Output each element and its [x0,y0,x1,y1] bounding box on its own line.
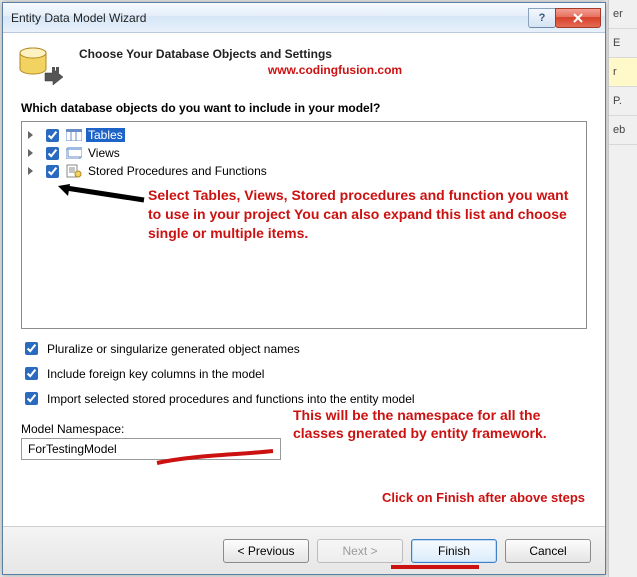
tree-item-sprocs[interactable]: Stored Procedures and Functions [28,162,580,180]
annotation-namespace: This will be the namespace for all the c… [293,406,587,442]
help-button[interactable] [528,8,556,28]
tables-icon [66,128,82,142]
tree-item-views[interactable]: Views [28,144,580,162]
option-pluralize[interactable]: Pluralize or singularize generated objec… [21,339,587,358]
window-title: Entity Data Model Wizard [11,11,529,25]
close-icon [572,13,584,23]
next-button: Next > [317,539,403,563]
chevron-right-icon[interactable] [28,130,38,140]
views-icon [66,146,82,160]
previous-button[interactable]: < Previous [223,539,309,563]
header-url: www.codingfusion.com [79,63,591,77]
option-label: Import selected stored procedures and fu… [47,392,415,406]
sprocs-checkbox[interactable] [46,165,59,178]
wizard-header: Choose Your Database Objects and Setting… [3,33,605,95]
annotation-underline-icon [391,564,479,570]
foreign-keys-checkbox[interactable] [25,367,38,380]
background-window-strip: er E r P. eb [608,0,637,577]
sprocs-icon [66,164,82,178]
pluralize-checkbox[interactable] [25,342,38,355]
annotation-tree: Select Tables, Views, Stored procedures … [148,186,576,243]
option-label: Pluralize or singularize generated objec… [47,342,300,356]
chevron-right-icon[interactable] [28,148,38,158]
views-checkbox[interactable] [46,147,59,160]
database-icon [17,45,65,89]
tree-label: Tables [86,128,125,142]
wizard-footer: < Previous Next > Finish Cancel [3,526,605,574]
import-sp-checkbox[interactable] [25,392,38,405]
header-heading: Choose Your Database Objects and Setting… [79,47,591,61]
question-label: Which database objects do you want to in… [3,95,605,121]
annotation-finish: Click on Finish after above steps [382,490,585,505]
cancel-button[interactable]: Cancel [505,539,591,563]
option-foreign-keys[interactable]: Include foreign key columns in the model [21,364,587,383]
objects-tree[interactable]: Tables Views Stored Procedures and Funct… [21,121,587,329]
window-buttons [529,8,601,28]
tables-checkbox[interactable] [46,129,59,142]
wizard-window: Entity Data Model Wizard Choose Your Dat… [2,2,606,575]
close-button[interactable] [555,8,601,28]
options-group: Pluralize or singularize generated objec… [3,329,605,418]
finish-button[interactable]: Finish [411,539,497,563]
titlebar: Entity Data Model Wizard [3,3,605,33]
chevron-right-icon[interactable] [28,166,38,176]
option-label: Include foreign key columns in the model [47,367,264,381]
annotation-underline-icon [155,449,275,467]
tree-label: Views [86,146,122,160]
tree-item-tables[interactable]: Tables [28,126,580,144]
annotation-arrow-icon [56,184,146,204]
tree-label: Stored Procedures and Functions [86,164,269,178]
